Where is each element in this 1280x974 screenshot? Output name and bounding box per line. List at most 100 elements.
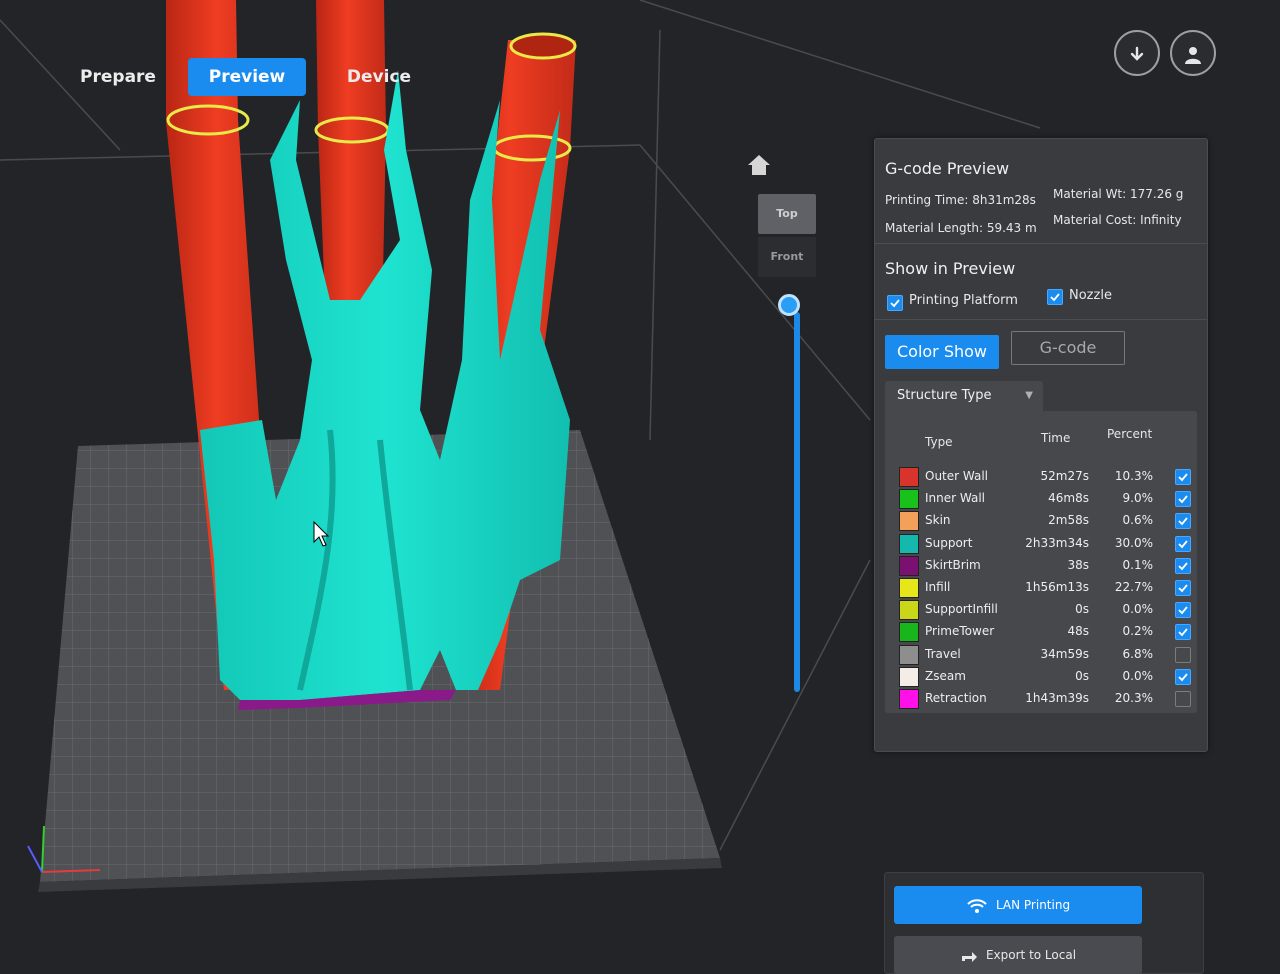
chevron-down-icon: ▼	[1025, 390, 1033, 401]
lan-printing-label: LAN Printing	[995, 898, 1071, 912]
structure-row: Outer Wall 52m27s 10.3%	[885, 465, 1197, 487]
gcode-preview-panel: G-code Preview Printing Time: 8h31m28s M…	[874, 138, 1208, 752]
structure-name: Infill	[925, 580, 951, 594]
structure-percent: 0.2%	[1122, 624, 1154, 639]
view-top-button[interactable]: Top	[758, 194, 816, 234]
structure-visibility-checkbox[interactable]	[1175, 646, 1191, 663]
printing-platform-checkbox[interactable]	[887, 295, 903, 311]
structure-time: 0s	[1075, 602, 1089, 617]
structure-time: 2h33m34s	[1025, 535, 1089, 550]
layer-slider-handle[interactable]	[778, 294, 800, 316]
structure-visibility-checkbox[interactable]	[1175, 513, 1191, 530]
structure-row: Inner Wall 46m8s 9.0%	[885, 487, 1197, 510]
tab-prepare[interactable]: Prepare	[72, 58, 164, 96]
structure-row: Zseam 0s 0.0%	[885, 665, 1197, 687]
structure-time: 0s	[1075, 668, 1089, 683]
home-icon[interactable]	[744, 150, 774, 180]
layer-slider-track[interactable]	[794, 312, 800, 692]
material-length: Material Length: 59.43 m	[885, 221, 1037, 235]
divider	[875, 319, 1207, 320]
structure-name: Retraction	[925, 691, 987, 705]
tab-preview[interactable]: Preview	[188, 58, 306, 96]
structure-visibility-checkbox[interactable]	[1175, 624, 1191, 641]
structure-percent: 20.3%	[1114, 691, 1153, 705]
account-button[interactable]	[1170, 30, 1216, 76]
lan-printing-button[interactable]: LAN Printing	[894, 886, 1142, 924]
color-swatch	[899, 467, 919, 487]
structure-visibility-checkbox[interactable]	[1175, 580, 1191, 596]
tab-device[interactable]: Device	[336, 58, 422, 96]
structure-table: Type Time Percent Outer Wall 52m27s 10.3% I…	[885, 411, 1197, 713]
structure-time: 38s	[1067, 557, 1089, 572]
structure-name: Support	[925, 535, 973, 550]
divider	[875, 243, 1207, 244]
color-swatch	[899, 689, 919, 709]
structure-name: Outer Wall	[925, 469, 989, 483]
structure-row: Infill 1h56m13s 22.7%	[885, 576, 1197, 598]
panel-title: G-code Preview	[885, 159, 1010, 178]
structure-row: SkirtBrim 38s 0.1%	[885, 554, 1197, 576]
color-show-button[interactable]: Color Show	[885, 335, 999, 369]
structure-percent: 6.8%	[1122, 646, 1154, 661]
structure-name: Zseam	[925, 668, 966, 683]
structure-time: 2m58s	[1048, 513, 1089, 528]
printing-time: Printing Time: 8h31m28s	[885, 193, 1036, 207]
printing-platform-label: Printing Platform	[909, 293, 1018, 308]
structure-name: SkirtBrim	[925, 557, 981, 572]
nozzle-label: Nozzle	[1069, 288, 1112, 303]
structure-time: 46m8s	[1048, 491, 1089, 506]
color-swatch	[899, 622, 919, 643]
export-local-button[interactable]: Export to Local	[894, 936, 1142, 974]
structure-percent: 22.7%	[1114, 580, 1153, 594]
structure-percent: 9.0%	[1122, 491, 1154, 506]
structure-type-label: Structure Type	[897, 388, 992, 403]
structure-visibility-checkbox[interactable]	[1175, 469, 1191, 485]
gcode-button[interactable]: G-code	[1011, 331, 1125, 365]
structure-row: Skin 2m58s 0.6%	[885, 509, 1197, 532]
export-icon	[961, 951, 977, 962]
material-weight: Material Wt: 177.26 g	[1053, 187, 1184, 201]
structure-time: 1h43m39s	[1025, 691, 1089, 705]
structure-name: Inner Wall	[925, 491, 985, 506]
color-swatch	[899, 511, 919, 532]
structure-percent: 30.0%	[1114, 535, 1153, 550]
account-icon	[1185, 46, 1201, 64]
structure-name: Skin	[925, 513, 951, 528]
structure-visibility-checkbox[interactable]	[1175, 491, 1191, 508]
color-swatch	[899, 533, 919, 554]
header-time: Time	[1041, 431, 1071, 445]
structure-visibility-checkbox[interactable]	[1175, 535, 1191, 552]
structure-row: Support 2h33m34s 30.0%	[885, 532, 1197, 554]
structure-type-dropdown[interactable]: Structure Type ▼	[885, 381, 1043, 411]
structure-percent: 10.3%	[1114, 469, 1153, 483]
structure-row: Retraction 1h43m39s 20.3%	[885, 687, 1197, 709]
view-front-button[interactable]: Front	[758, 237, 816, 277]
structure-percent: 0.0%	[1122, 602, 1154, 617]
structure-time: 52m27s	[1040, 469, 1089, 483]
color-swatch	[899, 666, 919, 687]
color-swatch	[899, 644, 919, 665]
color-swatch	[899, 555, 919, 576]
show-in-preview-title: Show in Preview	[885, 259, 1016, 278]
color-swatch	[899, 578, 919, 598]
structure-percent: 0.1%	[1122, 557, 1154, 572]
download-button[interactable]	[1114, 30, 1160, 76]
structure-row: Travel 34m59s 6.8%	[885, 643, 1197, 665]
structure-time: 1h56m13s	[1025, 580, 1089, 594]
structure-visibility-checkbox[interactable]	[1175, 691, 1191, 707]
structure-time: 48s	[1067, 624, 1089, 639]
structure-percent: 0.6%	[1122, 513, 1154, 528]
structure-visibility-checkbox[interactable]	[1175, 602, 1191, 619]
download-icon	[1130, 46, 1144, 61]
nozzle-checkbox[interactable]	[1047, 289, 1063, 305]
structure-visibility-checkbox[interactable]	[1175, 668, 1191, 685]
wifi-icon	[967, 898, 987, 913]
structure-visibility-checkbox[interactable]	[1175, 557, 1191, 574]
structure-name: PrimeTower	[925, 624, 995, 639]
color-swatch	[899, 489, 919, 510]
header-percent: Percent	[1107, 427, 1153, 441]
structure-row: PrimeTower 48s 0.2%	[885, 620, 1197, 643]
color-swatch	[899, 600, 919, 621]
structure-row: SupportInfill 0s 0.0%	[885, 598, 1197, 621]
material-cost: Material Cost: Infinity	[1053, 213, 1182, 227]
